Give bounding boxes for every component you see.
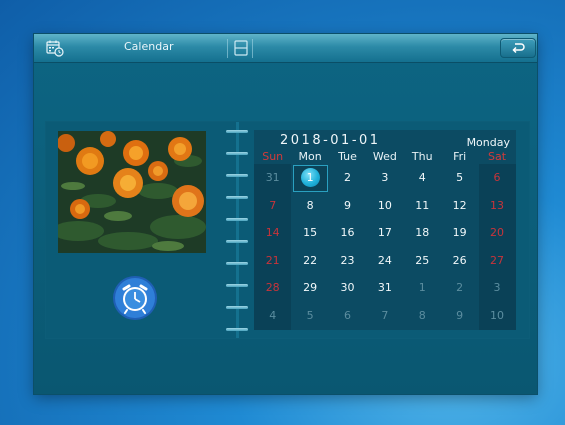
day-cell[interactable]: 16 <box>329 219 366 247</box>
week-row: 28 29 30 31 1 2 3 <box>254 274 516 302</box>
binding-ring <box>226 174 248 177</box>
day-cell[interactable]: 31 <box>254 164 291 192</box>
day-cell-selected[interactable]: 1 <box>291 164 329 192</box>
day-cell[interactable]: 29 <box>291 274 328 302</box>
current-date: 2018-01-01 <box>280 133 381 148</box>
day-cell[interactable]: 17 <box>366 219 403 247</box>
day-cell[interactable]: 4 <box>404 164 441 192</box>
calendar-panel: 2018-01-01 Monday Sun Mon Tue Wed Thu Fr… <box>46 122 529 338</box>
list-view-icon[interactable] <box>234 40 248 56</box>
day-cell[interactable]: 24 <box>366 247 403 275</box>
day-header: Sun <box>262 150 284 163</box>
day-grid: 31 1 2 3 4 5 6 7 8 9 10 11 12 13 14 15 1… <box>254 164 516 330</box>
day-cell[interactable]: 12 <box>441 192 478 220</box>
day-cell[interactable]: 10 <box>478 302 515 330</box>
day-cell[interactable]: 22 <box>291 247 328 275</box>
day-cell[interactable]: 25 <box>404 247 441 275</box>
binding-ring <box>226 130 248 133</box>
day-cell[interactable]: 7 <box>366 302 403 330</box>
left-pane <box>46 122 226 338</box>
day-cell[interactable]: 11 <box>404 192 441 220</box>
day-cell[interactable]: 28 <box>254 274 291 302</box>
day-header: Fri <box>453 150 467 163</box>
day-cell[interactable]: 27 <box>478 247 515 275</box>
day-of-week-header: Sun Mon Tue Wed Thu Fri Sat <box>254 150 516 164</box>
day-cell[interactable]: 10 <box>366 192 403 220</box>
day-cell[interactable]: 9 <box>329 192 366 220</box>
day-cell[interactable]: 2 <box>441 274 478 302</box>
binding-ring <box>226 284 248 287</box>
day-cell[interactable]: 13 <box>478 192 515 220</box>
week-row: 21 22 23 24 25 26 27 <box>254 247 516 275</box>
binding-ring <box>226 240 248 243</box>
window-title: Calendar <box>124 40 174 53</box>
week-row: 14 15 16 17 18 19 20 <box>254 219 516 247</box>
toolbar-divider <box>252 39 253 58</box>
day-cell[interactable]: 3 <box>366 164 403 192</box>
day-header: Wed <box>372 150 397 163</box>
week-row: 31 1 2 3 4 5 6 <box>254 164 516 192</box>
calendar-header: 2018-01-01 Monday <box>254 130 516 150</box>
day-cell[interactable]: 5 <box>291 302 328 330</box>
day-cell[interactable]: 8 <box>291 192 328 220</box>
day-cell[interactable]: 5 <box>441 164 478 192</box>
month-calendar: 2018-01-01 Monday Sun Mon Tue Wed Thu Fr… <box>254 130 516 330</box>
day-header: Tue <box>338 150 357 163</box>
week-row: 7 8 9 10 11 12 13 <box>254 192 516 220</box>
calendar-clock-icon[interactable] <box>46 39 64 57</box>
day-header: Sat <box>488 150 507 163</box>
binding-ring <box>226 196 248 199</box>
page-binding <box>226 122 248 338</box>
back-arrow-icon <box>512 43 525 54</box>
day-cell[interactable]: 19 <box>441 219 478 247</box>
toolbar-divider <box>227 39 228 58</box>
binding-ring <box>226 262 248 265</box>
day-cell[interactable]: 15 <box>291 219 328 247</box>
day-cell[interactable]: 31 <box>366 274 403 302</box>
binding-ring <box>226 152 248 155</box>
calendar-app-window: Calendar 2018-01-01 Monday Sun Mon Tue W… <box>34 34 537 394</box>
day-cell[interactable]: 3 <box>478 274 515 302</box>
day-cell[interactable]: 4 <box>254 302 291 330</box>
day-cell[interactable]: 18 <box>404 219 441 247</box>
week-row: 4 5 6 7 8 9 10 <box>254 302 516 330</box>
day-cell[interactable]: 6 <box>329 302 366 330</box>
day-cell[interactable]: 23 <box>329 247 366 275</box>
day-header: Mon <box>298 150 322 163</box>
flower-photo[interactable] <box>58 131 206 253</box>
day-header: Thu <box>411 150 433 163</box>
day-cell[interactable]: 9 <box>441 302 478 330</box>
day-cell[interactable]: 14 <box>254 219 291 247</box>
alarm-button[interactable] <box>112 275 158 321</box>
day-cell[interactable]: 6 <box>478 164 515 192</box>
back-button[interactable] <box>500 38 536 58</box>
current-weekday: Monday <box>466 136 510 149</box>
alarm-clock-icon <box>113 276 157 320</box>
day-cell[interactable]: 30 <box>329 274 366 302</box>
binding-ring <box>226 328 248 331</box>
day-cell[interactable]: 8 <box>404 302 441 330</box>
day-cell[interactable]: 26 <box>441 247 478 275</box>
day-cell[interactable]: 2 <box>329 164 366 192</box>
binding-ring <box>226 306 248 309</box>
day-cell[interactable]: 7 <box>254 192 291 220</box>
day-cell[interactable]: 20 <box>478 219 515 247</box>
title-bar: Calendar <box>34 34 537 63</box>
day-cell[interactable]: 21 <box>254 247 291 275</box>
day-cell[interactable]: 1 <box>404 274 441 302</box>
binding-ring <box>226 218 248 221</box>
